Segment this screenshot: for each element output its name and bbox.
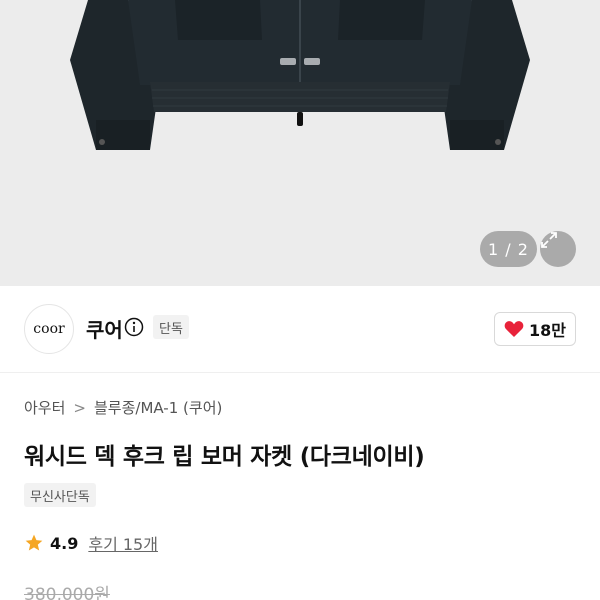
info-icon[interactable]	[124, 317, 144, 337]
brand-row: coor 쿠어 단독 18만	[0, 286, 600, 372]
heart-icon	[504, 321, 524, 337]
product-image-gallery[interactable]: 1 / 2	[0, 0, 600, 286]
exclusive-tag: 단독	[153, 315, 189, 339]
divider	[0, 372, 600, 373]
store-exclusive-badge: 무신사단독	[24, 483, 96, 507]
original-price: 380,000원	[24, 585, 110, 600]
review-count-link[interactable]: 후기 15개	[88, 531, 158, 555]
brand-logo[interactable]: coor	[24, 304, 74, 354]
breadcrumb-item-blouson[interactable]: 블루종/MA-1 (쿠어)	[94, 397, 222, 418]
image-counter: 1 / 2	[480, 231, 537, 267]
chevron-right-icon: >	[73, 398, 86, 417]
brand-logo-text: coor	[33, 321, 65, 337]
breadcrumb-item-outer[interactable]: 아우터	[24, 397, 65, 418]
brand-name[interactable]: 쿠어	[86, 314, 123, 343]
like-count: 18만	[529, 321, 566, 340]
product-title: 워시드 덱 후크 립 보머 자켓 (다크네이비)	[24, 444, 425, 470]
rating-value: 4.9	[50, 533, 79, 553]
like-button[interactable]: 18만	[494, 312, 576, 346]
rating-row: 4.9 후기 15개	[24, 531, 158, 555]
breadcrumb: 아우터 > 블루종/MA-1 (쿠어)	[24, 397, 222, 418]
expand-icon[interactable]	[540, 231, 576, 267]
star-icon	[25, 534, 43, 551]
